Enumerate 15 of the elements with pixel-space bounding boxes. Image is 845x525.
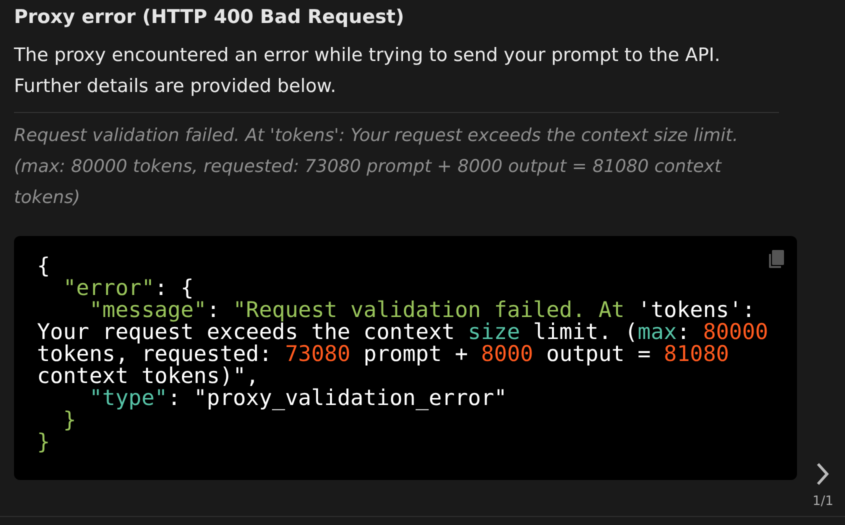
code-line: } bbox=[37, 432, 52, 454]
copy-icon bbox=[766, 248, 786, 270]
code-line: "error": { bbox=[62, 278, 195, 300]
code-line: context tokens)", bbox=[37, 366, 259, 388]
code-line: Your request exceeds the context size limit. (max: 80000 bbox=[37, 322, 770, 344]
chevron-right-icon bbox=[816, 462, 830, 486]
code-line: } bbox=[62, 410, 78, 432]
page-counter: 1/1 bbox=[812, 494, 834, 509]
error-title: Proxy error (HTTP 400 Bad Request) bbox=[14, 5, 406, 30]
code-line: tokens, requested: 73080 prompt + 8000 output = 81080 bbox=[37, 344, 730, 366]
code-line: { bbox=[37, 256, 52, 278]
code-line: "message": "Request validation failed. At 'tokens': bbox=[88, 300, 756, 322]
error-description: The proxy encountered an error while trying to send your prompt to the API. Further details are provided below. bbox=[14, 44, 722, 99]
code-line: "type": "proxy_validation_error" bbox=[88, 388, 508, 410]
error-detail: Request validation failed. At 'tokens': Your request exceeds the context size limit. (max: 80000 tokens, requested: 73080 prompt + 8000 output = 81080 context tokens) bbox=[14, 125, 740, 210]
